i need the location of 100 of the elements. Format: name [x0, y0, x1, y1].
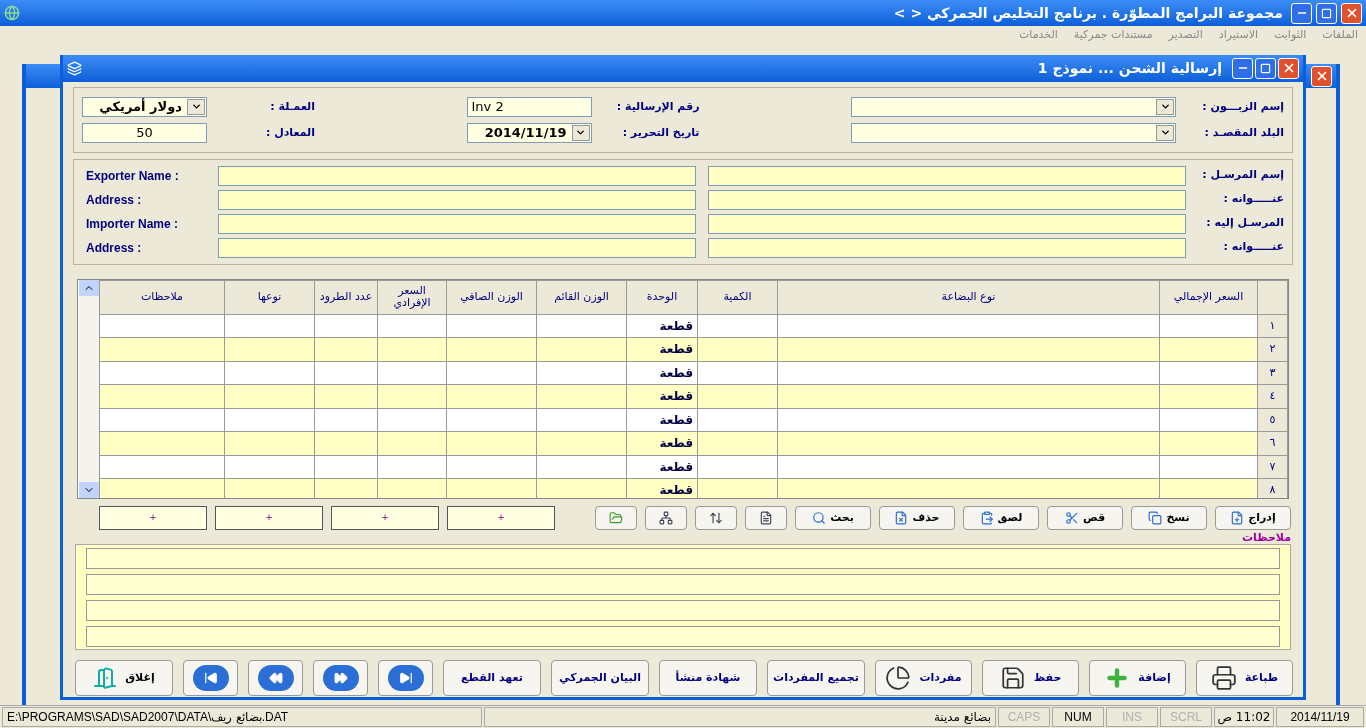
action-button[interactable]: شهادة منشأ	[659, 660, 757, 697]
table-cell: قطعة	[626, 431, 698, 456]
dropdown-button[interactable]	[1156, 124, 1174, 141]
action-button[interactable]: مفردات	[875, 660, 972, 697]
scroll-down-button[interactable]	[79, 482, 99, 499]
table-cell	[314, 384, 378, 409]
folder-icon	[609, 511, 623, 526]
close-form-button[interactable]: إغلاق	[75, 660, 173, 697]
input-field[interactable]	[708, 165, 1186, 186]
field-label: عنـــــوانه :	[1222, 191, 1284, 208]
fast-forward-icon	[333, 671, 348, 686]
close-button[interactable]	[1341, 2, 1362, 24]
restore-button[interactable]	[1316, 2, 1337, 24]
icon-button[interactable]	[645, 506, 687, 531]
action-button[interactable]: إضافة	[1089, 660, 1186, 697]
key-indicator: SCRL	[1160, 707, 1212, 727]
table-cell	[314, 408, 378, 432]
field-label: البلد المقصـد :	[1203, 124, 1284, 141]
key-indicator: NUM	[1052, 707, 1104, 727]
column-header: نوع البضاعة	[777, 280, 1160, 315]
navigation-button[interactable]	[248, 660, 303, 697]
toolbar-button[interactable]: حذف	[879, 506, 955, 531]
door-icon	[93, 666, 118, 691]
field-label: المعادل :	[264, 124, 315, 141]
file-path: E:\PROGRAMS\SAD\SAD2007\DATA\بضائع ريف.DAT	[2, 707, 482, 727]
action-button[interactable]: تجميع المفردات	[767, 660, 865, 697]
row-number: ٧	[1257, 455, 1288, 479]
input-field[interactable]	[708, 237, 1186, 258]
close-button[interactable]	[1311, 65, 1332, 87]
field-label: إسم الزبـــون :	[1201, 98, 1284, 115]
input-field[interactable]	[218, 189, 696, 210]
action-button[interactable]: حفظ	[982, 660, 1079, 697]
input-field[interactable]: 50	[82, 122, 207, 143]
table-cell	[314, 431, 378, 456]
input-field[interactable]	[218, 165, 696, 186]
input-field[interactable]	[218, 213, 696, 234]
toolbar-button[interactable]: بحث	[795, 506, 871, 531]
paste-icon	[979, 511, 994, 526]
dropdown-button[interactable]	[1156, 98, 1174, 115]
toolbar-button[interactable]: قص	[1047, 506, 1123, 531]
input-field[interactable]	[218, 237, 696, 258]
table-cell	[314, 455, 378, 479]
close-button[interactable]	[1278, 57, 1299, 79]
dropdown-field[interactable]: 2014/11/19	[466, 122, 592, 143]
table-cell	[377, 408, 447, 432]
dropdown-field[interactable]	[851, 96, 1176, 117]
field-label: Importer Name :	[86, 215, 180, 233]
app-title: مجموعة البرامج المطوّرة . برنامج التخليص الجمركي < >	[893, 3, 1283, 24]
action-button[interactable]: البيان الجمركي	[551, 660, 649, 697]
minimize-button[interactable]	[1232, 57, 1253, 79]
table-cell	[377, 337, 447, 362]
navigation-button[interactable]	[378, 660, 433, 697]
dropdown-button[interactable]	[187, 98, 205, 115]
table-cell	[377, 314, 447, 338]
toolbar-button[interactable]: نسخ	[1131, 506, 1207, 531]
dropdown-button[interactable]	[571, 124, 590, 141]
total-field: +	[215, 506, 323, 531]
navigation-button[interactable]	[313, 660, 368, 697]
table-cell	[377, 431, 447, 456]
input-field[interactable]	[708, 213, 1186, 234]
total-field: +	[447, 506, 555, 531]
notes-field[interactable]	[75, 544, 1291, 651]
table-cell	[377, 361, 447, 385]
action-button[interactable]: تعهد القطع	[443, 660, 541, 697]
column-header: الوحدة	[626, 280, 698, 315]
action-button[interactable]: طباعة	[1196, 660, 1293, 697]
scrollbar[interactable]	[79, 279, 99, 499]
scroll-up-button[interactable]	[79, 279, 99, 296]
table-cell	[377, 384, 447, 409]
input-field[interactable]	[708, 189, 1186, 210]
dialog-title: إرسالية الشحن ... نموذج 1	[1037, 58, 1222, 79]
dropdown-field[interactable]	[851, 122, 1176, 143]
row-number: ١	[1257, 314, 1288, 338]
skip-forward-icon	[398, 671, 413, 686]
navigation-button[interactable]	[183, 660, 238, 697]
column-header: الوزن الصافي	[446, 280, 537, 315]
skip-back-icon	[203, 671, 218, 686]
icon-button[interactable]	[695, 506, 737, 531]
column-header: عدد الطرود	[314, 280, 378, 315]
company-name: بضائع مدينة	[484, 707, 996, 727]
row-number: ٦	[1257, 431, 1288, 456]
table-cell	[314, 314, 378, 338]
table-cell: قطعة	[626, 455, 698, 479]
document-icon	[759, 511, 773, 526]
table-cell: قطعة	[626, 337, 698, 362]
row-number: ٣	[1257, 361, 1288, 385]
dropdown-field[interactable]: دولار أمريكي	[82, 96, 207, 117]
toolbar-button[interactable]: إدراج	[1215, 506, 1291, 531]
row-number: ٥	[1257, 408, 1288, 432]
column-header: الكمية	[697, 280, 778, 315]
toolbar-button[interactable]: لصق	[963, 506, 1039, 531]
minimize-button[interactable]	[1291, 2, 1312, 24]
icon-button[interactable]	[745, 506, 787, 531]
field-label: إسم المرسـل :	[1201, 167, 1284, 184]
maximize-button[interactable]	[1255, 57, 1276, 79]
field-label: Exporter Name :	[86, 167, 180, 185]
input-field[interactable]: Inv 2	[466, 96, 592, 117]
notes-label: ملاحظات	[1241, 532, 1291, 545]
column-header: السعر الإجمالي	[1159, 280, 1258, 315]
field-label: تاريخ التحرير :	[621, 124, 700, 141]
